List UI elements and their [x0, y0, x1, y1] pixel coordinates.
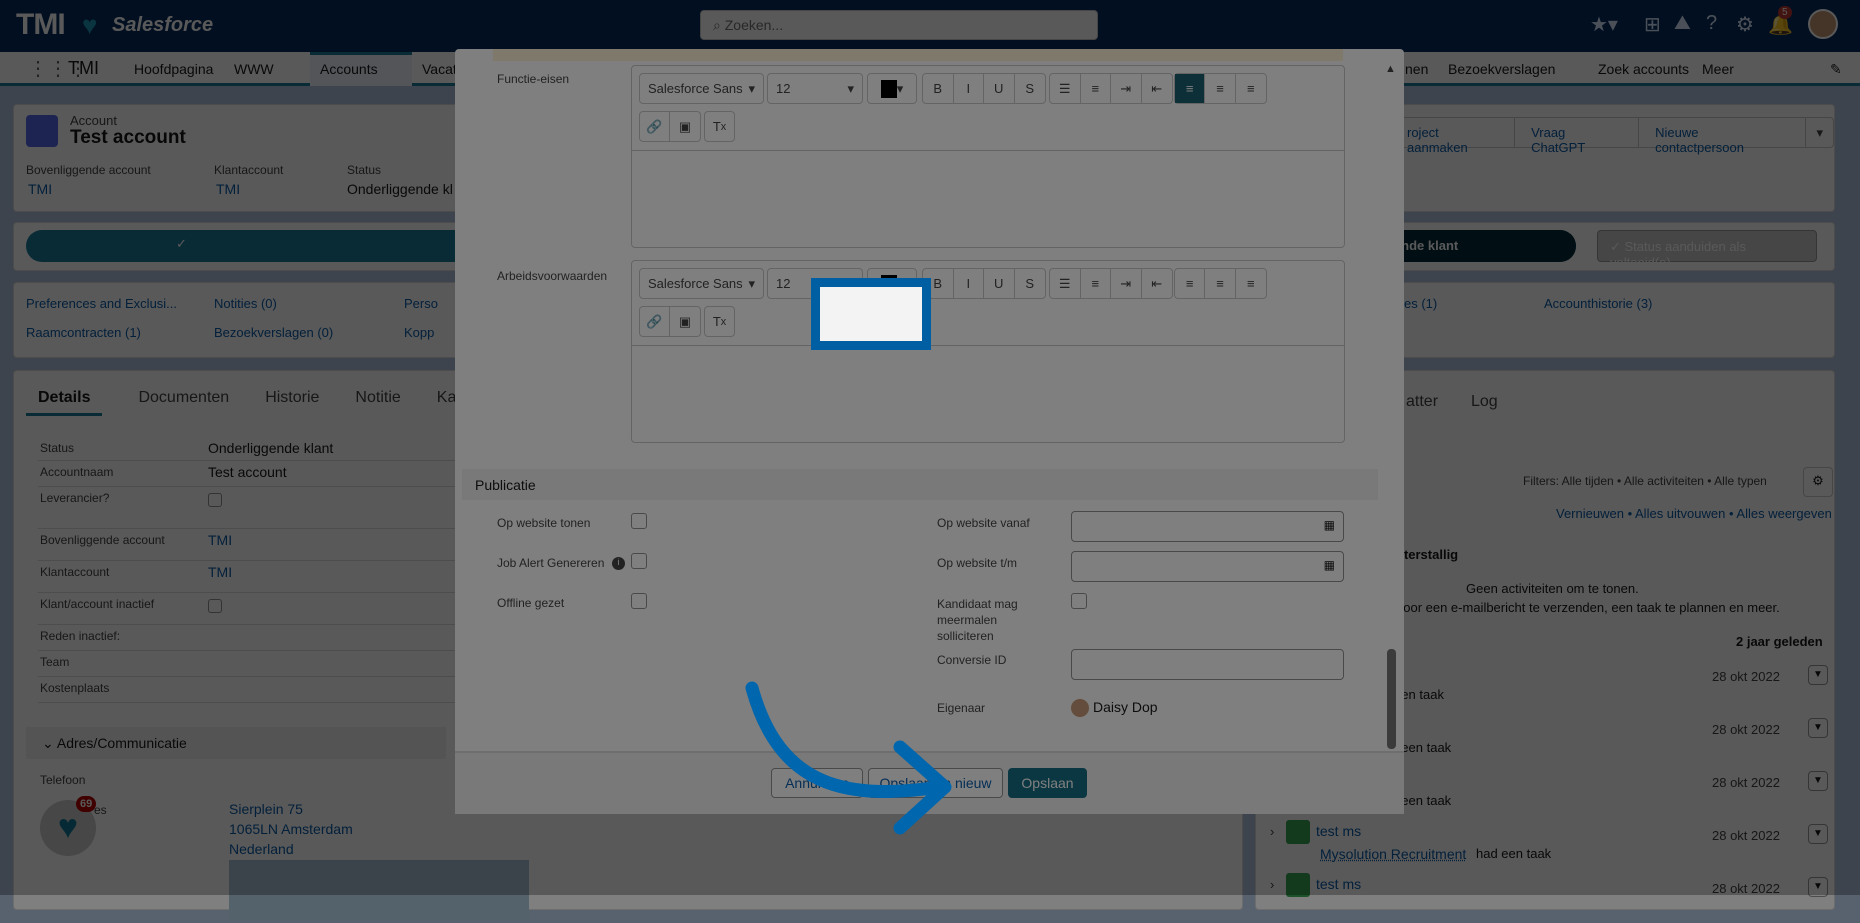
arrow-shaft	[745, 681, 947, 798]
tutorial-arrow	[745, 681, 952, 835]
